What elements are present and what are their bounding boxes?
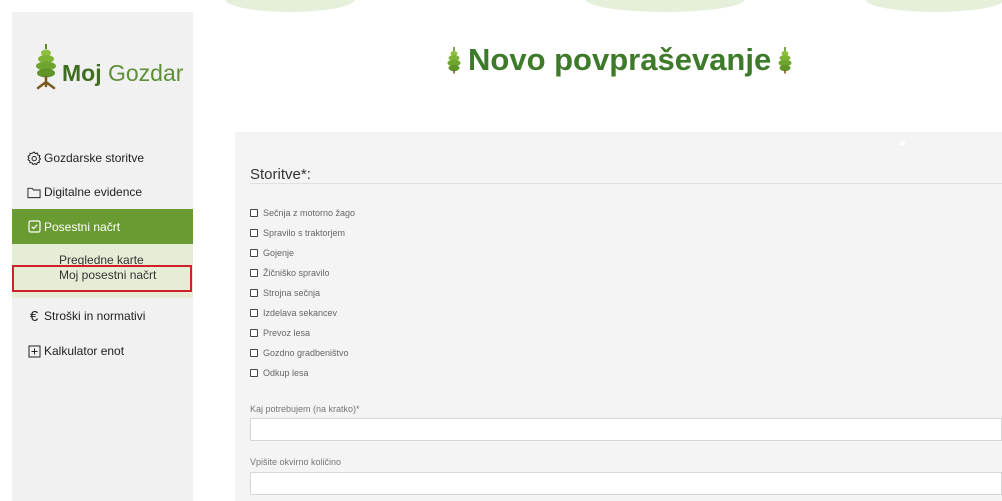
services-section-title: Storitve*: (250, 166, 311, 183)
need-field[interactable] (250, 418, 1002, 441)
service-label: Sečnja z motorno žago (263, 208, 356, 218)
divider (250, 183, 1002, 184)
sidebar-item-posestni-nacrt[interactable]: Posestni načrt (12, 209, 193, 244)
page-title-text: Novo povpraševanje (468, 42, 772, 77)
service-checkbox-spravilo-traktor[interactable]: Spravilo s traktorjem (250, 228, 345, 238)
checkbox[interactable] (250, 369, 258, 377)
checkbox[interactable] (250, 209, 258, 217)
checkbox[interactable] (250, 289, 258, 297)
folder-icon (27, 185, 41, 199)
page-title: Novo povpraševanje (440, 40, 799, 80)
checkbox[interactable] (250, 269, 258, 277)
checkbox[interactable] (250, 349, 258, 357)
service-checkbox-gozdno-gradbenistvo[interactable]: Gozdno gradbeništvo (250, 348, 349, 358)
sidebar: Moj Gozdar Gozdarske storitve Digitalne … (12, 12, 193, 501)
sidebar-item-stroski-in-normativi[interactable]: € Stroški in normativi (12, 305, 193, 327)
euro-icon: € (29, 307, 39, 325)
service-checkbox-odkup-lesa[interactable]: Odkup lesa (250, 368, 309, 378)
service-label: Gozdno gradbeništvo (263, 348, 349, 358)
highlight-box (12, 265, 192, 292)
service-label: Prevoz lesa (263, 328, 311, 338)
sidebar-item-kalkulator-enot[interactable]: Kalkulator enot (12, 340, 193, 362)
sidebar-item-label: Posestni načrt (44, 219, 121, 234)
service-checkbox-prevoz-lesa[interactable]: Prevoz lesa (250, 328, 310, 338)
inquiry-form: Storitve*: Sečnja z motorno žago Spravil… (235, 132, 1002, 501)
document-check-icon (27, 220, 41, 234)
service-checkbox-zicnisko-spravilo[interactable]: Žičniško spravilo (250, 268, 330, 278)
quantity-field-label: Vpišite okvirno količino (250, 457, 342, 467)
sidebar-item-label: Digitalne evidence (44, 185, 143, 199)
quantity-field[interactable] (250, 472, 1002, 495)
pine-cone-icon (36, 44, 56, 90)
service-checkbox-strojna-secnja[interactable]: Strojna sečnja (250, 288, 320, 298)
decorative-arc (865, 0, 1002, 12)
service-label: Žičniško spravilo (263, 268, 330, 278)
checkbox[interactable] (250, 229, 258, 237)
decorative-arc (225, 0, 355, 12)
plus-box-icon (27, 344, 41, 358)
service-checkbox-secnja[interactable]: Sečnja z motorno žago (250, 208, 355, 218)
service-checkbox-gojenje[interactable]: Gojenje (250, 248, 294, 258)
pine-cone-icon (778, 47, 792, 74)
logo-link[interactable]: Moj Gozdar (32, 42, 183, 90)
gear-icon (27, 151, 41, 165)
checkbox[interactable] (250, 329, 258, 337)
service-checkbox-izdelava-sekancev[interactable]: Izdelava sekancev (250, 308, 337, 318)
service-label: Izdelava sekancev (263, 308, 338, 318)
sidebar-item-label: Stroški in normativi (44, 309, 146, 323)
brand-name: Moj Gozdar (62, 59, 184, 86)
sidebar-item-label: Gozdarske storitve (44, 151, 145, 165)
decorative-arc (585, 0, 745, 12)
service-label: Gojenje (263, 248, 295, 258)
service-label: Spravilo s traktorjem (263, 228, 346, 238)
page: Moj Gozdar Gozdarske storitve Digitalne … (0, 0, 1002, 501)
sidebar-item-digitalne-evidence[interactable]: Digitalne evidence (12, 181, 193, 203)
sidebar-item-gozdarske-storitve[interactable]: Gozdarske storitve (12, 147, 193, 169)
service-label: Strojna sečnja (263, 288, 321, 298)
checkbox[interactable] (250, 249, 258, 257)
decorative-dot (900, 141, 905, 146)
sidebar-item-label: Kalkulator enot (44, 344, 125, 358)
service-label: Odkup lesa (263, 368, 309, 378)
need-field-label: Kaj potrebujem (na kratko)* (250, 404, 360, 414)
checkbox[interactable] (250, 309, 258, 317)
pine-cone-icon (447, 47, 461, 74)
